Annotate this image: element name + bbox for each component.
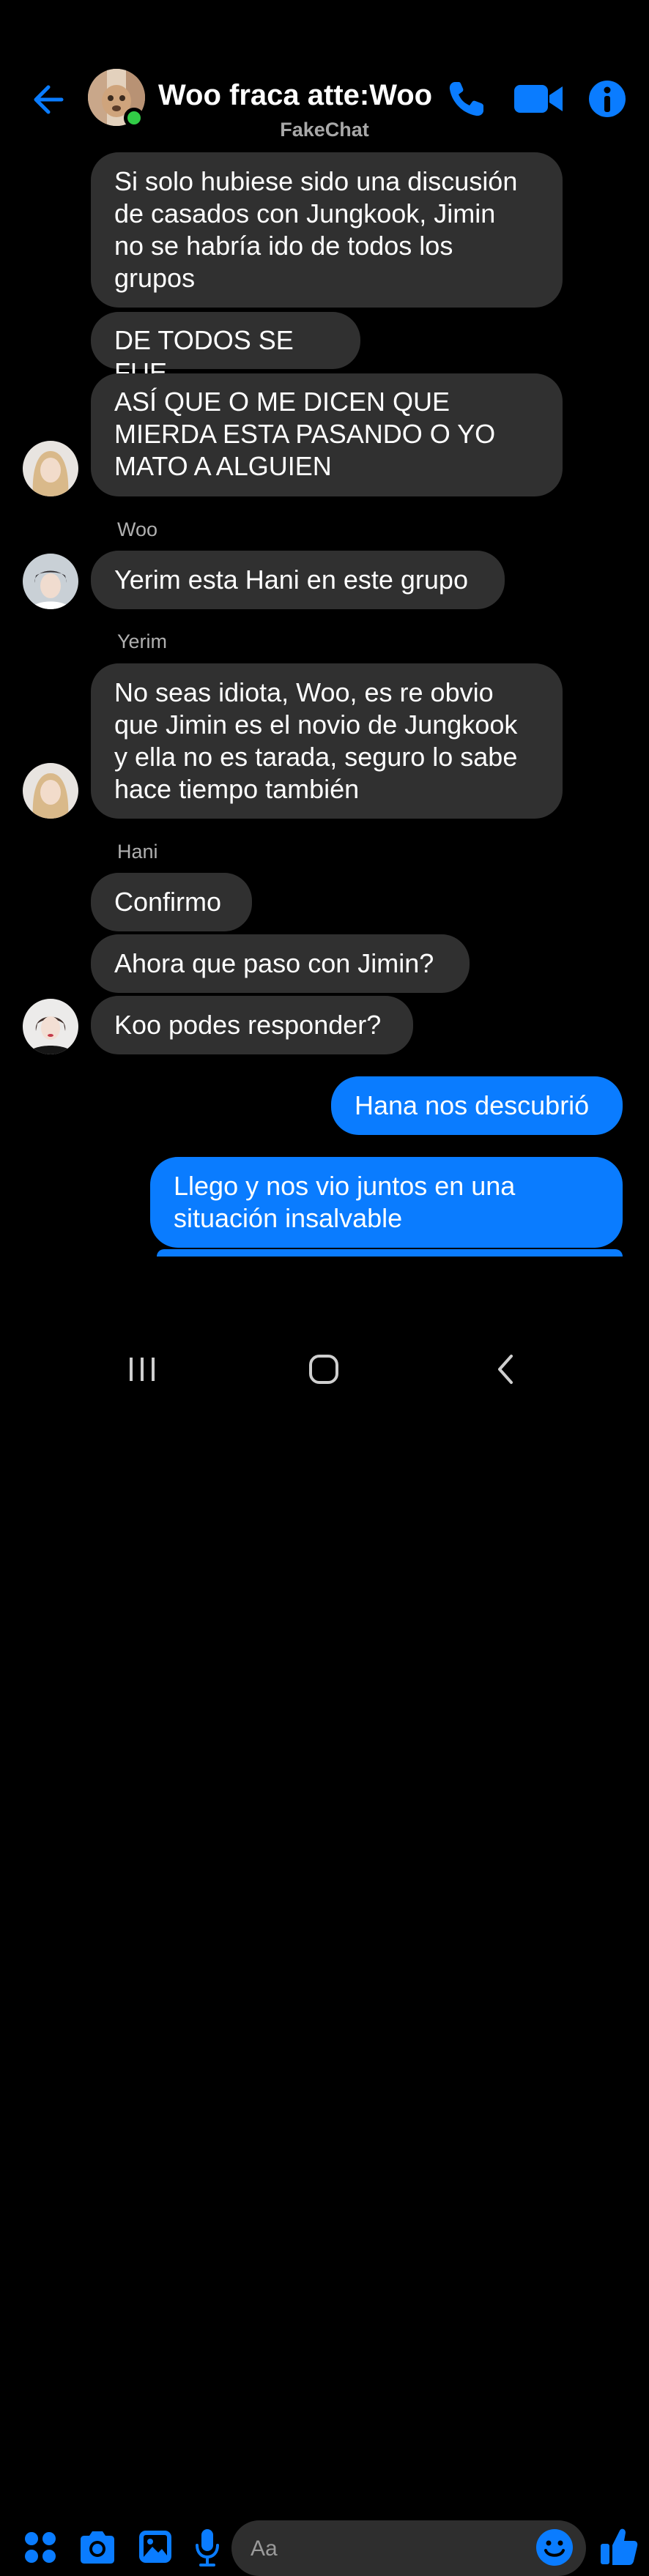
sender-name: Woo bbox=[117, 518, 158, 540]
message-input[interactable] bbox=[231, 2520, 586, 2576]
message-line: no se habría ido de todos los bbox=[114, 231, 453, 261]
message-line: situación insalvable bbox=[174, 1203, 403, 1233]
avatar[interactable] bbox=[23, 999, 78, 1054]
camera-icon[interactable] bbox=[78, 2529, 117, 2566]
message-bubble[interactable]: Koo podes responder? bbox=[91, 996, 413, 1054]
message-line: No seas idiota, Woo, es re obvio bbox=[114, 677, 494, 707]
message-line: Confirmo bbox=[114, 887, 222, 917]
message-bubble-sent[interactable]: Hana nos descubrió bbox=[331, 1076, 623, 1135]
message-line: Yerim esta Hani en este grupo bbox=[114, 565, 468, 595]
message-bubble[interactable]: DE TODOS SE FUE bbox=[91, 312, 360, 387]
message-bubble[interactable]: Ahora que paso con Jimin? bbox=[91, 934, 470, 993]
phone-icon[interactable] bbox=[445, 78, 488, 120]
message-line: hace tiempo también bbox=[114, 774, 360, 804]
avatar[interactable] bbox=[23, 554, 78, 609]
apps-icon[interactable] bbox=[23, 2531, 57, 2564]
composer-bar: Aa bbox=[0, 1252, 649, 2576]
message-bubble[interactable]: ASÍ QUE O ME DICEN QUE MIERDA ESTA PASAN… bbox=[91, 373, 563, 496]
avatar[interactable] bbox=[23, 441, 78, 496]
sender-name: Hani bbox=[117, 841, 158, 863]
recent-apps-icon[interactable] bbox=[120, 1347, 164, 1391]
message-line: MATO A ALGUIEN bbox=[114, 451, 332, 481]
message-line: de casados con Jungkook, Jimin bbox=[114, 198, 496, 228]
sender-name: Yerim bbox=[117, 630, 168, 652]
message-bubble[interactable]: No seas idiota, Woo, es re obvio que Jim… bbox=[91, 663, 563, 819]
message-line: Llego y nos vio juntos en una bbox=[174, 1171, 516, 1201]
back-arrow-icon[interactable] bbox=[29, 81, 67, 119]
message-line: MIERDA ESTA PASANDO O YO bbox=[114, 419, 496, 449]
nav-back-icon[interactable] bbox=[483, 1347, 527, 1391]
message-line: Ahora que paso con Jimin? bbox=[114, 948, 434, 978]
message-line: grupos bbox=[114, 263, 196, 293]
message-bubble[interactable]: Confirmo bbox=[91, 873, 252, 931]
message-line: y ella no es tarada, seguro lo sabe bbox=[114, 742, 518, 772]
message-line: Si solo hubiese sido una discusión bbox=[114, 166, 518, 196]
chat-subtitle: FakeChat bbox=[280, 119, 369, 141]
info-icon[interactable] bbox=[586, 78, 628, 120]
video-camera-icon[interactable] bbox=[513, 78, 564, 120]
message-input-placeholder: Aa bbox=[251, 2536, 278, 2561]
message-bubble[interactable]: Yerim esta Hani en este grupo bbox=[91, 551, 505, 609]
like-icon[interactable] bbox=[599, 2526, 639, 2567]
avatar[interactable] bbox=[23, 763, 78, 819]
gallery-icon[interactable] bbox=[138, 2529, 173, 2564]
chat-header: Woo fraca atte:Woo FakeChat bbox=[0, 0, 649, 146]
message-bubble-sent[interactable]: Llego y nos vio juntos en una situación … bbox=[150, 1157, 623, 1248]
message-line: Koo podes responder? bbox=[114, 1010, 382, 1040]
home-icon[interactable] bbox=[302, 1347, 346, 1391]
message-line: ASÍ QUE O ME DICEN QUE bbox=[114, 387, 450, 417]
emoji-icon[interactable] bbox=[535, 2528, 574, 2567]
microphone-icon[interactable] bbox=[195, 2528, 220, 2567]
message-line: que Jimin es el novio de Jungkook bbox=[114, 710, 518, 740]
message-bubble[interactable]: Si solo hubiese sido una discusión de ca… bbox=[91, 152, 563, 308]
message-line: Hana nos descubrió bbox=[355, 1090, 590, 1120]
chat-title[interactable]: Woo fraca atte:Woo bbox=[158, 79, 432, 112]
